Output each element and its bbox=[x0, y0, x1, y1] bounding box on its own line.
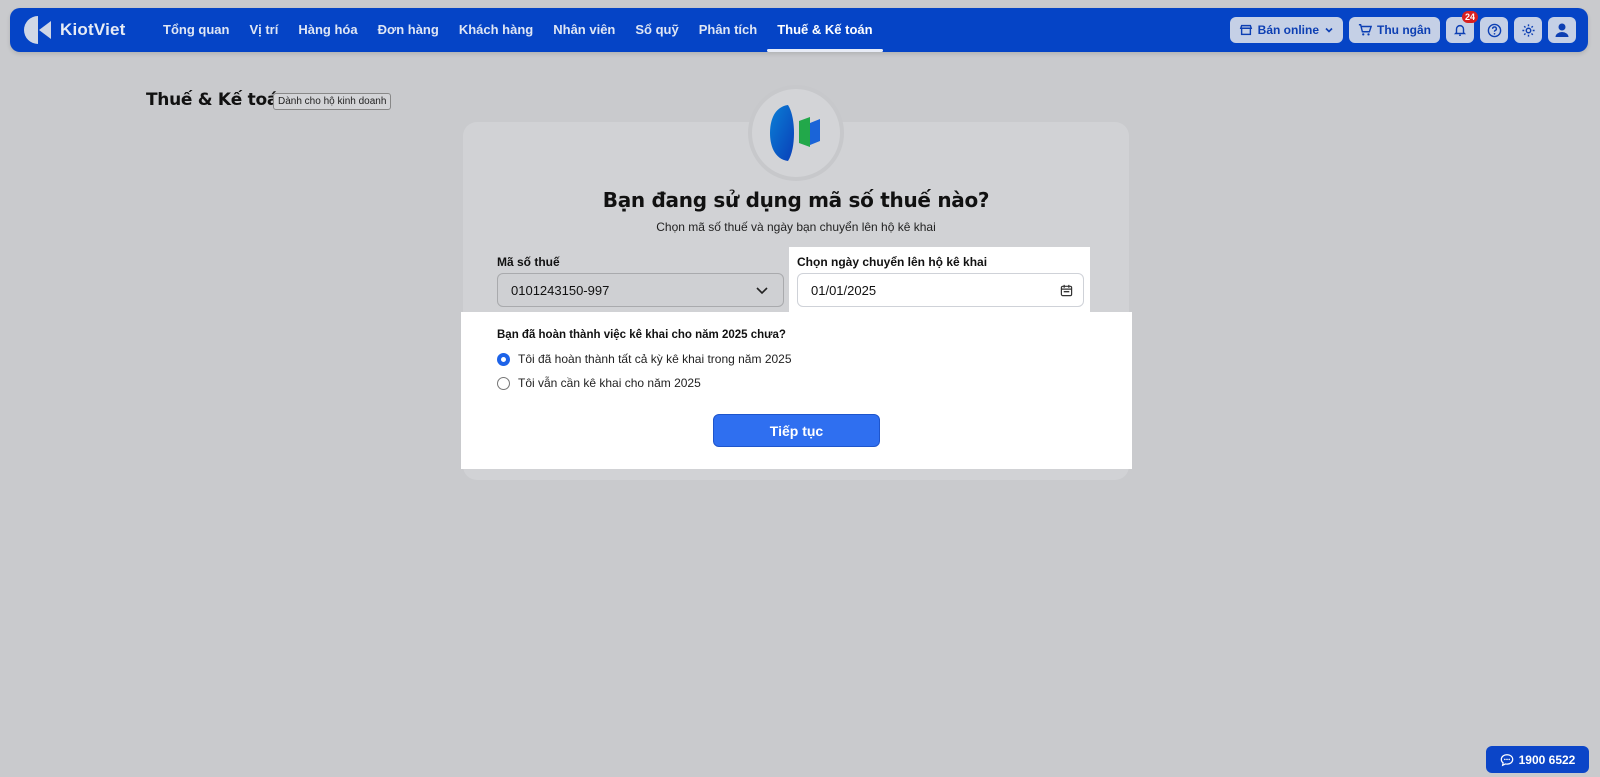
tax-code-select[interactable]: 0101243150-997 bbox=[497, 273, 784, 307]
date-value: 01/01/2025 bbox=[811, 282, 877, 298]
user-avatar[interactable] bbox=[1548, 17, 1576, 43]
settings-button[interactable] bbox=[1514, 17, 1542, 43]
bell-icon bbox=[1453, 24, 1467, 36]
option-still-need-label: Tôi vẫn cần kê khai cho năm 2025 bbox=[518, 376, 701, 390]
notification-badge: 24 bbox=[1461, 11, 1478, 23]
form-subheading: Chọn mã số thuế và ngày bạn chuyển lên h… bbox=[656, 220, 936, 234]
calendar-icon[interactable] bbox=[1060, 284, 1073, 297]
brand-name: KiotViet bbox=[60, 20, 126, 39]
chevron-down-icon bbox=[756, 287, 768, 295]
cashier-label: Thu ngân bbox=[1377, 23, 1431, 37]
chat-icon bbox=[1500, 753, 1513, 766]
sell-online-button[interactable]: Bán online bbox=[1229, 17, 1343, 43]
business-type-tag: Dành cho hộ kinh doanh bbox=[273, 93, 392, 110]
tax-code-value: 0101243150-997 bbox=[511, 282, 610, 298]
tax-code-label: Mã số thuế bbox=[497, 255, 560, 269]
radio-completed[interactable] bbox=[497, 352, 510, 366]
page-title: Thuế & Kế toán bbox=[146, 90, 290, 110]
hotline-button[interactable]: 1900 6522 bbox=[1486, 746, 1589, 773]
kiotviet-logo[interactable]: KiotViet bbox=[24, 16, 134, 44]
nav-item-overview[interactable]: Tổng quan bbox=[153, 8, 239, 52]
main-nav: Tổng quan Vị trí Hàng hóa Đơn hàng Khách… bbox=[153, 8, 883, 52]
option-completed-label: Tôi đã hoàn thành tất cả kỳ kê khai tron… bbox=[518, 352, 792, 366]
toolbar-right: Bán online Thu ngân 24 bbox=[1229, 11, 1576, 43]
completion-question: Bạn đã hoàn thành việc kê khai cho năm 2… bbox=[497, 329, 786, 341]
chevron-down-icon bbox=[1325, 27, 1333, 33]
cashier-button[interactable]: Thu ngân bbox=[1349, 17, 1440, 43]
tax-emblem bbox=[748, 85, 844, 181]
tax-logo-icon bbox=[770, 105, 820, 161]
help-icon bbox=[1487, 23, 1501, 37]
kiotviet-logo-icon bbox=[24, 16, 54, 44]
sell-online-label: Bán online bbox=[1257, 23, 1319, 37]
help-button[interactable] bbox=[1480, 17, 1508, 43]
nav-item-orders[interactable]: Đơn hàng bbox=[368, 8, 449, 52]
notifications-button[interactable]: 24 bbox=[1446, 11, 1478, 43]
nav-item-customers[interactable]: Khách hàng bbox=[449, 8, 543, 52]
date-label: Chọn ngày chuyển lên hộ kê khai bbox=[797, 255, 988, 269]
nav-item-products[interactable]: Hàng hóa bbox=[288, 8, 367, 52]
option-completed[interactable]: Tôi đã hoàn thành tất cả kỳ kê khai tron… bbox=[497, 352, 792, 366]
user-icon bbox=[1555, 23, 1569, 37]
nav-item-analytics[interactable]: Phân tích bbox=[689, 8, 768, 52]
cart-icon bbox=[1358, 24, 1372, 36]
nav-item-staff[interactable]: Nhân viên bbox=[543, 8, 625, 52]
radio-still-need[interactable] bbox=[497, 376, 510, 390]
hotline-number: 1900 6522 bbox=[1518, 752, 1576, 767]
continue-button[interactable]: Tiếp tục bbox=[713, 414, 880, 447]
nav-item-cashbook[interactable]: Sổ quỹ bbox=[625, 8, 688, 52]
store-icon bbox=[1239, 24, 1252, 36]
top-nav-bar: KiotViet Tổng quan Vị trí Hàng hóa Đơn h… bbox=[10, 8, 1588, 52]
option-still-need[interactable]: Tôi vẫn cần kê khai cho năm 2025 bbox=[497, 376, 701, 390]
date-input[interactable]: 01/01/2025 bbox=[797, 273, 1084, 307]
gear-icon bbox=[1521, 23, 1535, 37]
form-heading: Bạn đang sử dụng mã số thuế nào? bbox=[602, 188, 990, 212]
nav-item-tax-accounting[interactable]: Thuế & Kế toán bbox=[767, 8, 883, 52]
nav-item-location[interactable]: Vị trí bbox=[239, 8, 288, 52]
